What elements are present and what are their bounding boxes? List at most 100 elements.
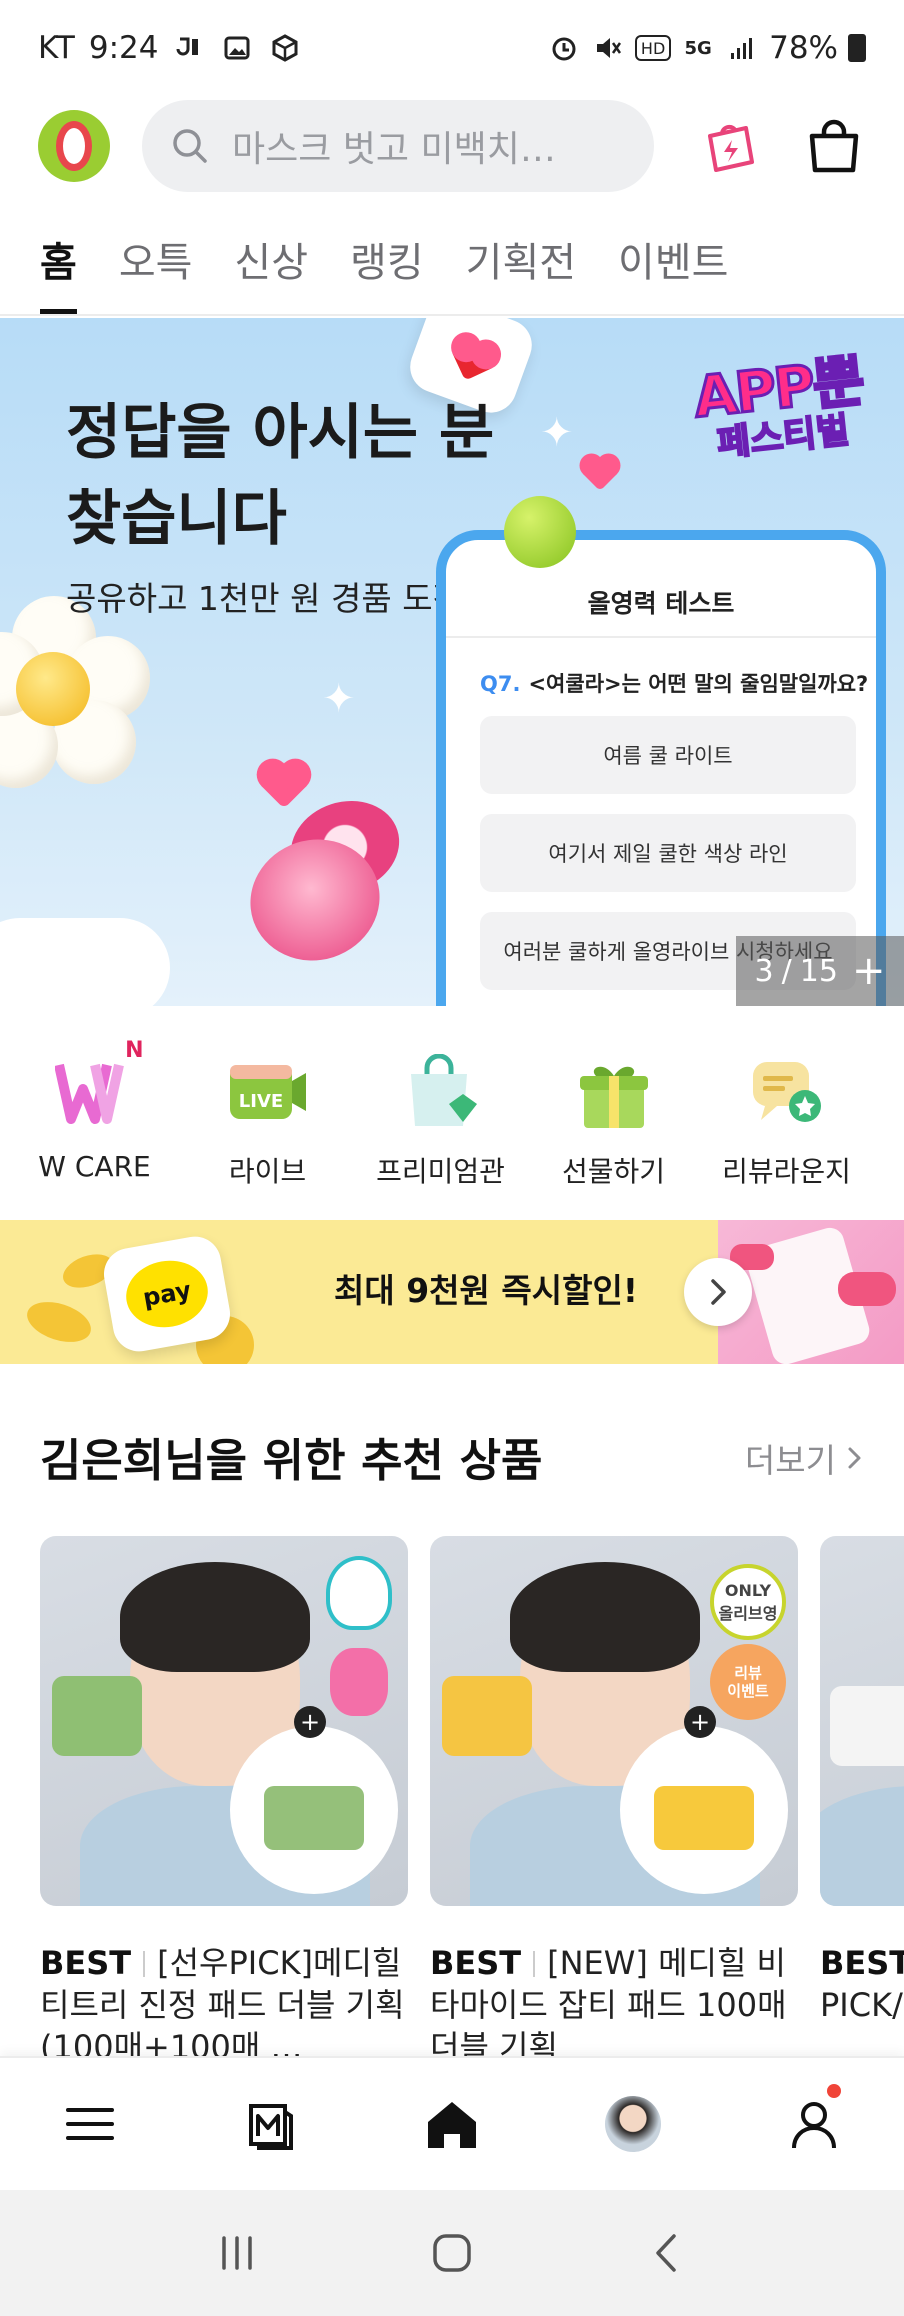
recent-apps-icon[interactable] <box>212 2228 262 2278</box>
bottom-navigation <box>0 2056 904 2190</box>
product-card[interactable]: BESTPICK/엔자임 <box>820 1536 904 2056</box>
recommend-carousel: + BEST [선우PICK]메디힐 티트리 진정 패드 더블 기획 (100매+… <box>40 1536 904 2056</box>
pay-banner-next-button[interactable] <box>684 1258 752 1326</box>
cloud-decoration <box>0 918 170 1006</box>
pay-promo-banner[interactable]: pay 최대 9천원 즉시할인! <box>0 1220 904 1364</box>
live-icon: LIVE <box>225 1052 311 1132</box>
chevron-right-icon <box>848 1447 861 1469</box>
add-to-cart-icon[interactable]: + <box>294 1706 326 1738</box>
my-page-icon <box>791 2102 836 2149</box>
profile-avatar <box>604 2096 661 2152</box>
kakaopay-chip: pay <box>99 1232 235 1356</box>
quick-menu: N W CARE LIVE 라이브 프리미엄관 선물하기 리뷰라운지 <box>0 1008 904 1214</box>
product-image <box>820 1536 904 1906</box>
plus-icon: + <box>851 948 886 994</box>
quick-menu-label: 라이브 <box>228 1155 307 1188</box>
banner-subtitle: 공유하고 1천만 원 경품 도전 <box>66 579 463 618</box>
tab-home[interactable]: 홈 <box>40 222 77 314</box>
coin-decoration <box>22 1294 96 1350</box>
tab-exhibition[interactable]: 기획전 <box>466 222 576 314</box>
only-oliveyoung-badge: ONLY 올리브영 <box>710 1564 786 1640</box>
w-care-icon: N <box>52 1038 144 1132</box>
quick-menu-label: 리뷰라운지 <box>722 1155 851 1188</box>
recommend-more-link[interactable]: 더보기 <box>745 1434 866 1482</box>
menu-icon <box>66 2108 115 2140</box>
back-icon[interactable] <box>642 2228 692 2278</box>
status-bar: KT 9:24 HD 5G 78% <box>0 0 904 96</box>
chevron-right-icon <box>711 1279 726 1305</box>
add-to-cart-icon[interactable]: + <box>684 1706 716 1738</box>
app-cube-icon <box>268 31 302 65</box>
nav-my-page[interactable] <box>723 2058 904 2190</box>
tab-ranking[interactable]: 랭킹 <box>350 222 424 314</box>
search-icon <box>173 129 207 163</box>
heart-decoration <box>583 457 617 491</box>
tab-new[interactable]: 신상 <box>234 222 308 314</box>
search-bar[interactable]: 마스크 벗고 미백치… <box>142 100 654 192</box>
nav-home[interactable] <box>362 2058 543 2190</box>
product-card[interactable]: + ONLY 올리브영 리뷰 이벤트 BEST [NEW] 메디힐 비타마이드 잡티 … <box>430 1536 798 2056</box>
svg-text:LIVE: LIVE <box>238 1091 282 1112</box>
network-5g-label: 5G <box>684 37 712 59</box>
tab-today-special[interactable]: 오특 <box>119 222 193 314</box>
nav-menu[interactable] <box>0 2058 181 2190</box>
flower-decoration <box>0 596 150 788</box>
system-navigation-bar <box>0 2190 904 2316</box>
quiz-question: Q7. <여쿨라>는 어떤 말의 줄임말일까요? <box>480 672 869 696</box>
quiz-title: 올영력 테스트 <box>587 589 735 618</box>
notification-icon <box>172 31 206 65</box>
quick-menu-review-lounge[interactable]: 리뷰라운지 <box>700 1008 873 1214</box>
product-image: + <box>40 1536 408 1906</box>
main-banner[interactable]: ✦ ✦ 정답을 아시는 분 찾습니다 공유하고 1천만 원 경품 도전 APP뿐… <box>0 318 904 1006</box>
gift-icon <box>571 1052 657 1132</box>
promo-bag-icon[interactable] <box>694 110 766 182</box>
mute-icon <box>591 31 625 65</box>
category-tabs: 홈 오특 신상 랭킹 기획전 이벤트 <box>0 222 904 316</box>
hd-icon: HD <box>635 35 672 61</box>
app-header: 마스크 벗고 미백치… <box>0 96 904 206</box>
nav-profile-avatar[interactable] <box>542 2058 723 2190</box>
quick-menu-premium[interactable]: 프리미엄관 <box>354 1008 527 1214</box>
signal-icon <box>725 31 759 65</box>
review-lounge-icon <box>744 1052 830 1132</box>
product-card[interactable]: + BEST [선우PICK]메디힐 티트리 진정 패드 더블 기획 (100매+… <box>40 1536 408 2056</box>
quiz-option: 여기서 제일 쿨한 색상 라인 <box>480 814 856 892</box>
quick-menu-label: 선물하기 <box>561 1155 666 1188</box>
sparkle-icon: ✦ <box>540 410 574 456</box>
carrier: KT <box>38 30 75 66</box>
quiz-phone-mockup: 올영력 테스트 Q7. <여쿨라>는 어떤 말의 줄임말일까요? 여름 쿨 라이트… <box>436 530 886 1006</box>
alarm-icon <box>547 31 581 65</box>
quick-menu-label: W CARE <box>38 1150 151 1183</box>
tab-event[interactable]: 이벤트 <box>618 222 728 314</box>
clock: 9:24 <box>88 30 159 66</box>
ranking-badge <box>330 1648 388 1716</box>
premium-bag-icon <box>398 1052 484 1132</box>
home-icon <box>427 2102 476 2148</box>
product-title: BEST [선우PICK]메디힐 티트리 진정 패드 더블 기획 (100매+10… <box>40 1944 405 2056</box>
new-badge: N <box>125 1038 144 1063</box>
grape-character <box>504 496 576 568</box>
oliveyoung-logo[interactable] <box>38 110 110 182</box>
review-event-badge: 리뷰 이벤트 <box>710 1644 786 1720</box>
battery-icon <box>848 34 866 62</box>
quick-menu-gift[interactable]: 선물하기 <box>527 1008 700 1214</box>
award-badge <box>326 1556 392 1630</box>
quiz-option: 여름 쿨 라이트 <box>480 716 856 794</box>
search-placeholder[interactable]: 마스크 벗고 미백치… <box>232 120 556 172</box>
battery-percent: 78% <box>769 30 838 66</box>
product-title: BEST [NEW] 메디힐 비타마이드 잡티 패드 100매 더블 기획 <box>430 1944 787 2056</box>
shopping-bag-icon[interactable] <box>798 110 870 182</box>
app-festival-logo: APP뿐 페스티벌 <box>689 347 867 466</box>
banner-counter[interactable]: 3 / 15 + <box>736 936 904 1006</box>
product-image: + ONLY 올리브영 리뷰 이벤트 <box>430 1536 798 1906</box>
gallery-icon <box>220 31 254 65</box>
product-title: BESTPICK/엔자임 <box>820 1944 904 2024</box>
nav-olive-m[interactable] <box>181 2058 362 2190</box>
heart-decoration <box>261 763 307 809</box>
recommend-title: 김은희님을 위한 추천 상품 <box>40 1434 543 1487</box>
pay-banner-text: 최대 9천원 즉시할인! <box>334 1271 638 1310</box>
quick-menu-live[interactable]: LIVE 라이브 <box>181 1008 354 1214</box>
home-button-icon[interactable] <box>427 2228 477 2278</box>
quick-menu-w-care[interactable]: N W CARE <box>8 1008 181 1214</box>
sparkle-icon: ✦ <box>322 676 356 722</box>
